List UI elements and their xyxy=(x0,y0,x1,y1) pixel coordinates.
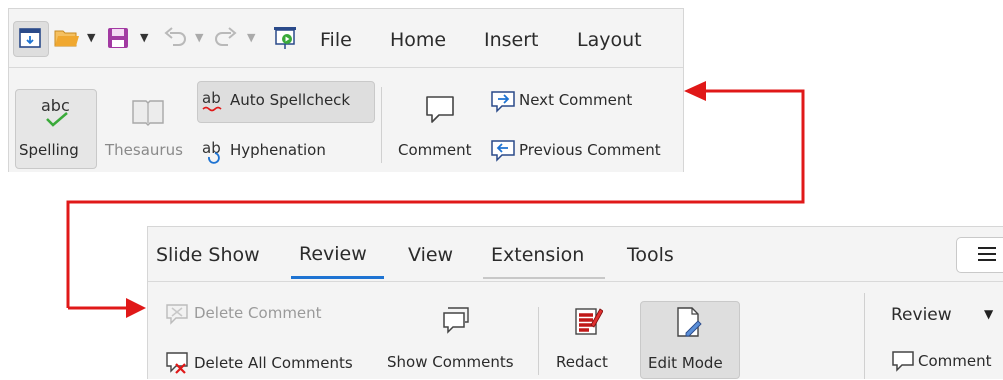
arrowhead-right-panel xyxy=(684,81,706,101)
arrowhead-bottom-panel xyxy=(126,298,146,318)
flow-arrows xyxy=(66,81,805,318)
connector-line xyxy=(66,89,805,308)
